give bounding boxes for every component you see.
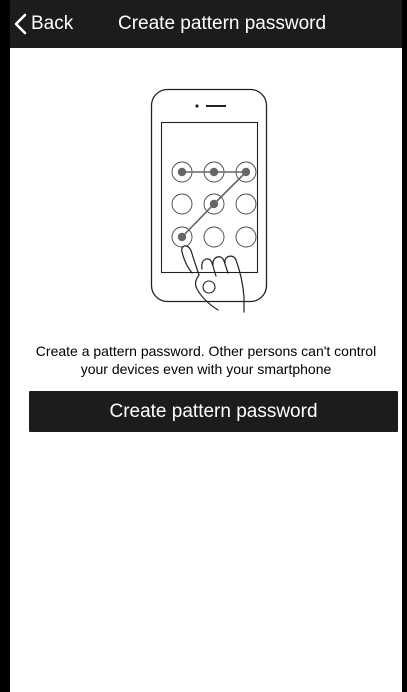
pattern-description: Create a pattern password. Other persons…	[10, 342, 402, 378]
description-line-1: Create a pattern password. Other persons…	[35, 343, 377, 359]
back-button-label: Back	[31, 13, 74, 34]
top-navigation-bar: Back Create pattern password	[10, 0, 402, 48]
create-pattern-password-button[interactable]: Create pattern password	[29, 391, 398, 432]
page-title: Create pattern password	[118, 13, 327, 34]
app-screen: Back Create pattern password Create a pa…	[10, 0, 402, 692]
back-button[interactable]: Back	[12, 0, 73, 48]
phone-pattern-lock-illustration	[150, 88, 268, 313]
description-line-2: your devices even with your smartphone	[80, 361, 332, 377]
chevron-left-icon	[14, 13, 27, 35]
